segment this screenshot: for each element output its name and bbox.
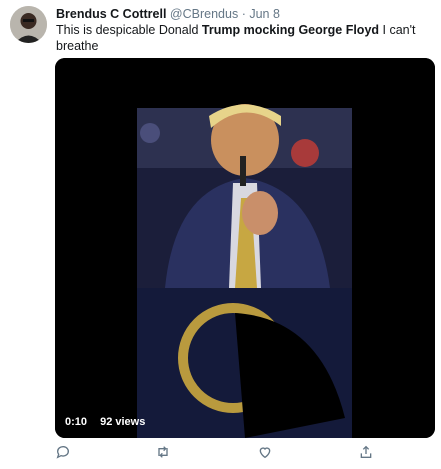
tweet-text-bold: Trump mocking George Floyd bbox=[201, 23, 380, 37]
reply-icon[interactable] bbox=[55, 444, 71, 460]
video-frame bbox=[55, 58, 435, 438]
tweet-actions bbox=[55, 444, 385, 462]
author-handle[interactable]: @CBrendus bbox=[170, 7, 238, 21]
video-views: 92 views bbox=[100, 416, 146, 428]
avatar-image bbox=[10, 6, 47, 43]
retweet-icon[interactable] bbox=[155, 444, 171, 460]
tweet-header: Brendus C Cottrell @CBrendus · Jun 8 bbox=[56, 6, 280, 22]
tweet-date[interactable]: Jun 8 bbox=[249, 7, 280, 21]
tweet-text-part: This is despicable Donald bbox=[56, 23, 202, 37]
share-icon[interactable] bbox=[358, 444, 374, 460]
separator-dot: · bbox=[241, 7, 246, 21]
author-name[interactable]: Brendus C Cottrell bbox=[56, 7, 166, 21]
video-duration: 0:10 bbox=[65, 416, 88, 428]
video-player[interactable]: 0:10 92 views bbox=[55, 58, 435, 438]
like-icon[interactable] bbox=[257, 444, 273, 460]
video-stats: 0:10 92 views bbox=[65, 416, 155, 428]
tweet-text: This is despicable Donald Trump mocking … bbox=[56, 22, 426, 54]
avatar[interactable] bbox=[10, 6, 47, 43]
